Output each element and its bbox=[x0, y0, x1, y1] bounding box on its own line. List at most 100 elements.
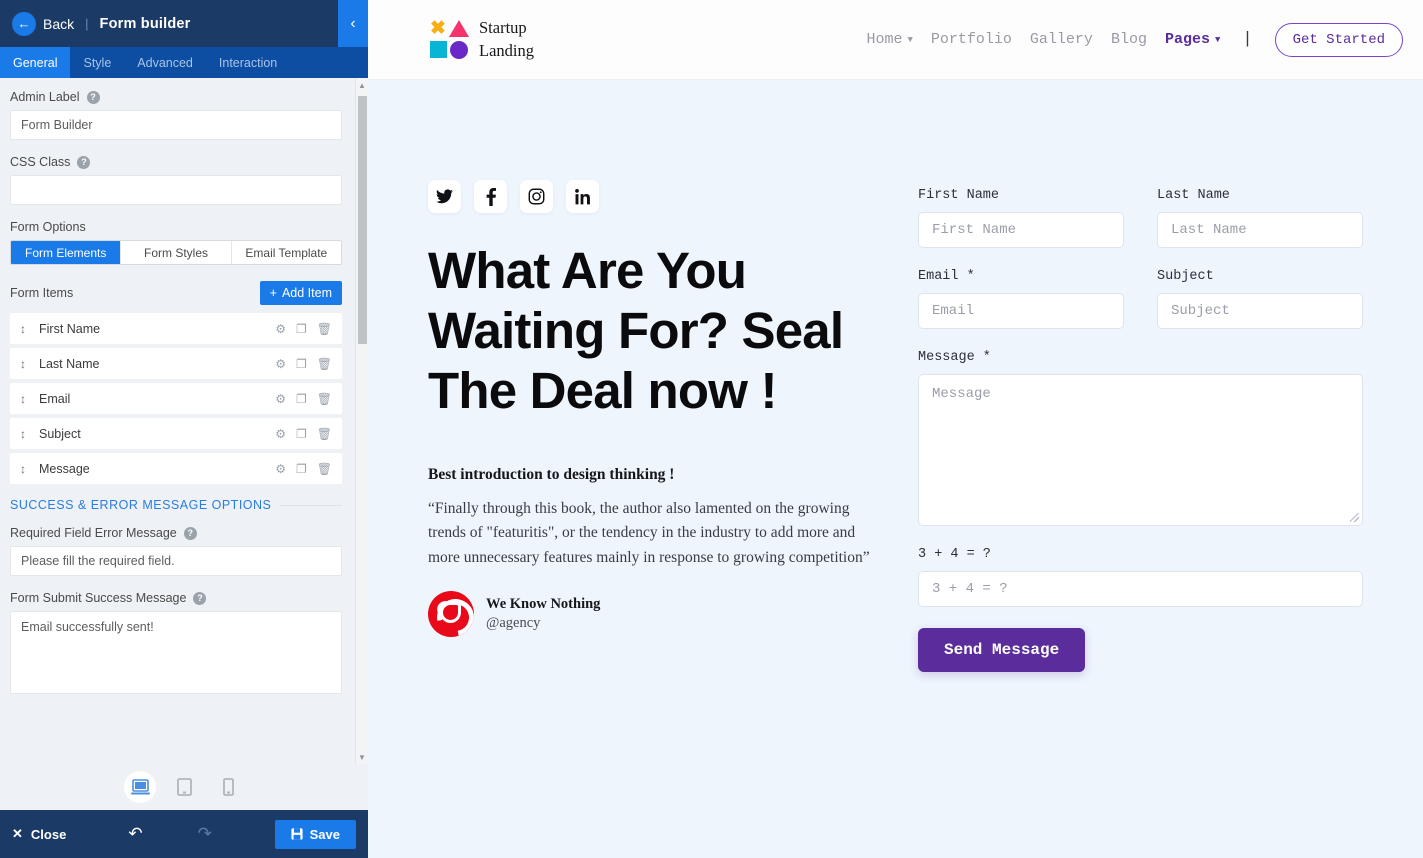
message-textarea[interactable]: Message bbox=[918, 374, 1363, 526]
first-name-input[interactable]: First Name bbox=[918, 212, 1124, 248]
drag-handle-icon[interactable]: ↕ bbox=[20, 357, 26, 371]
scrollbar-thumb[interactable] bbox=[358, 96, 367, 344]
gear-icon[interactable]: ⚙ bbox=[275, 428, 286, 440]
form-item-label: Subject bbox=[39, 426, 81, 441]
subject-input[interactable]: Subject bbox=[1157, 293, 1363, 329]
nav-link-pages-label: Pages bbox=[1164, 31, 1210, 48]
nav-link-portfolio[interactable]: Portfolio bbox=[931, 31, 1012, 48]
form-item-row[interactable]: ↕ Subject ⚙ ❐ 🗑 bbox=[10, 418, 342, 449]
author-info: We Know Nothing @agency bbox=[486, 596, 600, 632]
instagram-icon[interactable] bbox=[520, 180, 553, 213]
save-button[interactable]: Save bbox=[274, 819, 356, 849]
css-class-input[interactable] bbox=[10, 175, 342, 205]
hero-left-column: What Are You Waiting For? Seal The Deal … bbox=[428, 180, 898, 672]
drag-handle-icon[interactable]: ↕ bbox=[20, 462, 26, 476]
resize-handle-icon[interactable] bbox=[1350, 513, 1359, 522]
duplicate-icon[interactable]: ❐ bbox=[296, 323, 307, 335]
nav-link-gallery[interactable]: Gallery bbox=[1030, 31, 1093, 48]
section-divider bbox=[280, 504, 342, 506]
message-label: Message * bbox=[918, 350, 991, 365]
trash-icon[interactable]: 🗑 bbox=[317, 323, 332, 335]
trash-icon[interactable]: 🗑 bbox=[317, 463, 332, 475]
tab-advanced-label: Advanced bbox=[137, 55, 193, 70]
device-preview-switcher bbox=[0, 764, 368, 810]
nav-divider: | bbox=[1242, 30, 1253, 49]
logo-text: Startup Landing bbox=[479, 17, 534, 62]
captcha-input[interactable]: 3 + 4 = ? bbox=[918, 571, 1363, 607]
duplicate-icon[interactable]: ❐ bbox=[296, 428, 307, 440]
send-message-button[interactable]: Send Message bbox=[918, 628, 1086, 672]
drag-handle-icon[interactable]: ↕ bbox=[20, 392, 26, 406]
site-nav-links: Home ▼ Portfolio Gallery Blog Pages ▼ | … bbox=[866, 22, 1403, 57]
tab-style[interactable]: Style bbox=[70, 47, 124, 78]
back-arrow-icon[interactable]: ← bbox=[12, 11, 36, 36]
get-started-button[interactable]: Get Started bbox=[1274, 22, 1403, 57]
success-message-label: Form Submit Success Message ? bbox=[10, 591, 358, 605]
email-label: Email * bbox=[918, 269, 975, 284]
drag-handle-icon[interactable]: ↕ bbox=[20, 322, 26, 336]
help-icon[interactable]: ? bbox=[77, 155, 91, 169]
form-item-actions: ⚙ ❐ 🗑 bbox=[275, 323, 332, 335]
trash-icon[interactable]: 🗑 bbox=[317, 393, 332, 405]
segment-form-styles[interactable]: Form Styles bbox=[121, 241, 232, 264]
segment-form-elements[interactable]: Form Elements bbox=[11, 241, 122, 264]
save-label: Save bbox=[309, 826, 340, 842]
gear-icon[interactable]: ⚙ bbox=[275, 463, 286, 475]
tab-general[interactable]: General bbox=[0, 47, 71, 78]
duplicate-icon[interactable]: ❐ bbox=[296, 393, 307, 405]
linkedin-icon[interactable] bbox=[566, 180, 599, 213]
device-mobile-button[interactable] bbox=[212, 771, 244, 803]
tab-advanced[interactable]: Advanced bbox=[124, 47, 206, 78]
admin-label-input[interactable]: Form Builder bbox=[10, 110, 342, 140]
trash-icon[interactable]: 🗑 bbox=[317, 428, 332, 440]
success-message-textarea[interactable]: Email successfully sent! bbox=[10, 611, 342, 694]
nav-link-home[interactable]: Home ▼ bbox=[866, 31, 912, 48]
device-desktop-button[interactable] bbox=[124, 771, 156, 803]
form-item-row[interactable]: ↕ Email ⚙ ❐ 🗑 bbox=[10, 383, 342, 414]
undo-button[interactable]: ↶ bbox=[128, 824, 142, 844]
device-tablet-button[interactable] bbox=[168, 771, 200, 803]
error-message-input[interactable]: Please fill the required field. bbox=[10, 546, 342, 576]
scroll-down-arrow-icon[interactable]: ▼ bbox=[356, 750, 368, 764]
help-icon[interactable]: ? bbox=[193, 591, 207, 605]
help-icon[interactable]: ? bbox=[183, 526, 197, 540]
add-item-button[interactable]: + Add Item bbox=[259, 281, 342, 305]
close-button[interactable]: ✕ Close bbox=[12, 826, 66, 842]
hero-title: What Are You Waiting For? Seal The Deal … bbox=[428, 242, 844, 420]
form-item-label: Last Name bbox=[39, 356, 100, 371]
site-logo[interactable]: ✖ Startup Landing bbox=[428, 17, 534, 62]
x-shape-icon: ✖ bbox=[430, 18, 446, 39]
redo-button[interactable]: ↷ bbox=[198, 824, 212, 844]
form-item-row[interactable]: ↕ Last Name ⚙ ❐ 🗑 bbox=[10, 348, 342, 379]
form-item-row[interactable]: ↕ Message ⚙ ❐ 🗑 bbox=[10, 453, 342, 484]
facebook-icon[interactable] bbox=[474, 180, 507, 213]
sidebar-tabs: General Style Advanced Interaction bbox=[0, 47, 368, 78]
sidebar-body: Admin Label ? Form Builder CSS Class ? F… bbox=[0, 78, 368, 764]
duplicate-icon[interactable]: ❐ bbox=[296, 463, 307, 475]
collapse-panel-button[interactable]: ‹ bbox=[338, 0, 368, 47]
help-icon[interactable]: ? bbox=[86, 90, 100, 104]
scroll-up-arrow-icon[interactable]: ▲ bbox=[356, 78, 368, 92]
builder-sidebar: ← Back | Form builder ‹ General Style Ad… bbox=[0, 0, 368, 858]
back-label[interactable]: Back bbox=[43, 16, 74, 32]
sidebar-scrollbar[interactable]: ▲ ▼ bbox=[355, 78, 368, 764]
gear-icon[interactable]: ⚙ bbox=[275, 393, 286, 405]
segment-email-template[interactable]: Email Template bbox=[232, 241, 341, 264]
form-item-row[interactable]: ↕ First Name ⚙ ❐ 🗑 bbox=[10, 313, 342, 344]
drag-handle-icon[interactable]: ↕ bbox=[20, 427, 26, 441]
logo-marks: ✖ bbox=[428, 19, 470, 61]
nav-link-blog[interactable]: Blog bbox=[1111, 31, 1147, 48]
author-handle: @agency bbox=[486, 614, 541, 631]
gear-icon[interactable]: ⚙ bbox=[275, 358, 286, 370]
trash-icon[interactable]: 🗑 bbox=[317, 358, 332, 370]
last-name-input[interactable]: Last Name bbox=[1157, 212, 1363, 248]
nav-link-pages[interactable]: Pages ▼ bbox=[1165, 31, 1220, 48]
tab-interaction[interactable]: Interaction bbox=[206, 47, 290, 78]
duplicate-icon[interactable]: ❐ bbox=[296, 358, 307, 370]
gear-icon[interactable]: ⚙ bbox=[275, 323, 286, 335]
email-input[interactable]: Email bbox=[918, 293, 1124, 329]
nav-link-home-label: Home bbox=[866, 31, 903, 48]
twitter-icon[interactable] bbox=[428, 180, 461, 213]
first-name-field: First Name First Name bbox=[918, 188, 1124, 269]
form-item-actions: ⚙ ❐ 🗑 bbox=[275, 428, 332, 440]
